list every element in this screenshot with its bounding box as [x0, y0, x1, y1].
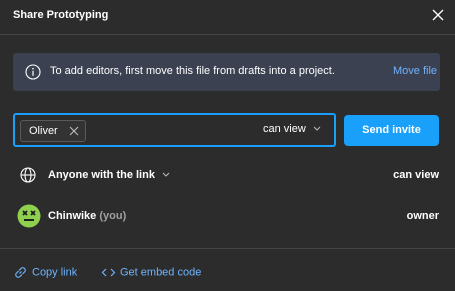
- invitee-chip-label: Oliver: [29, 125, 58, 137]
- member-you-label: (you): [99, 210, 127, 222]
- move-file-button[interactable]: Move file: [393, 65, 437, 77]
- share-dialog: Share Prototyping To add editors, first …: [0, 0, 455, 291]
- embed-code-label: Get embed code: [120, 266, 202, 279]
- link-access-label: Anyone with the link: [48, 169, 155, 181]
- send-invite-button[interactable]: Send invite: [344, 115, 439, 146]
- emoji-avatar: [17, 204, 41, 228]
- info-icon: [25, 64, 41, 80]
- get-embed-code-button[interactable]: Get embed code: [101, 265, 201, 280]
- close-icon[interactable]: [428, 5, 448, 25]
- dialog-header: Share Prototyping: [0, 0, 455, 34]
- invite-permission-select[interactable]: can view: [263, 123, 321, 135]
- banner-text: To add editors, first move this file fro…: [50, 65, 335, 77]
- drafts-info-banner: To add editors, first move this file fro…: [13, 53, 440, 91]
- globe-icon: [19, 166, 37, 184]
- invite-input[interactable]: Oliver can view: [13, 113, 336, 147]
- link-access-row: Anyone with the link can view: [0, 161, 455, 189]
- copy-link-button[interactable]: Copy link: [13, 265, 77, 280]
- code-icon: [101, 268, 116, 277]
- link-access-select[interactable]: Anyone with the link: [48, 169, 170, 181]
- link-access-permission[interactable]: can view: [393, 169, 439, 181]
- invitee-chip: Oliver: [20, 120, 86, 142]
- footer-divider: [0, 248, 455, 249]
- member-name-text: Chinwike: [48, 210, 97, 222]
- chevron-down-icon: [313, 126, 321, 131]
- member-row: Chinwike (you) owner: [0, 202, 455, 230]
- header-divider: [0, 34, 455, 35]
- member-role: owner: [406, 210, 439, 222]
- close-icon[interactable]: [69, 126, 79, 136]
- member-name: Chinwike (you): [48, 210, 126, 222]
- invite-permission-label: can view: [263, 123, 306, 135]
- chevron-down-icon: [162, 172, 170, 177]
- link-icon: [15, 267, 26, 278]
- dialog-title: Share Prototyping: [13, 9, 109, 21]
- copy-link-label: Copy link: [32, 266, 78, 279]
